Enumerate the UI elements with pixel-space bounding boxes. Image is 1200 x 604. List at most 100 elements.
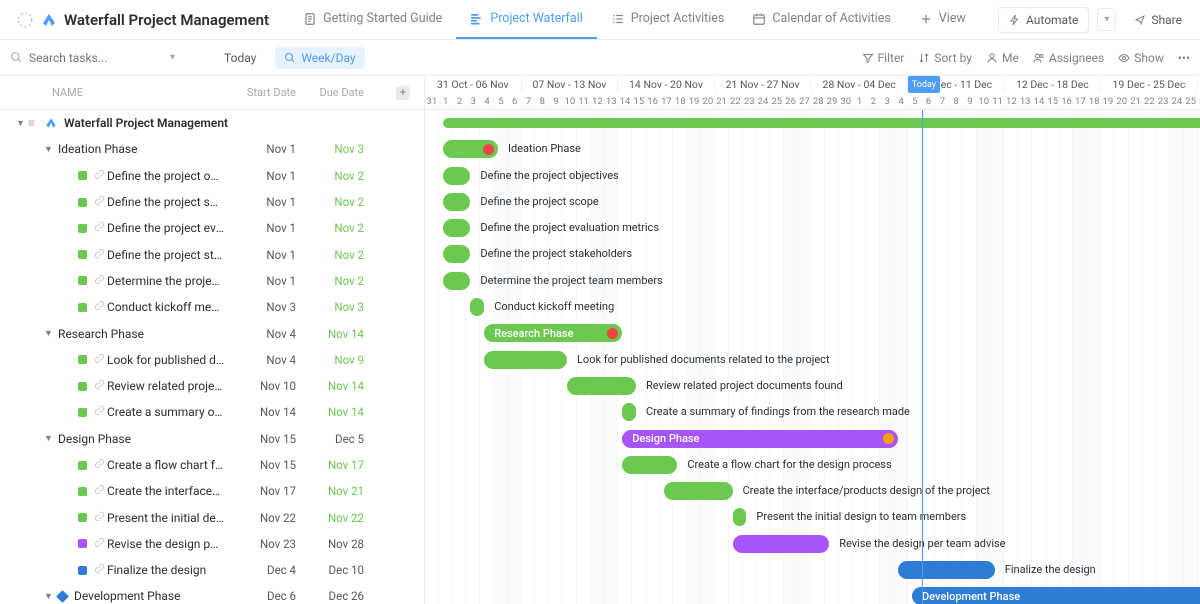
gantt-bar[interactable]: [664, 482, 733, 500]
more-button[interactable]: •••: [1178, 51, 1190, 65]
search-icon: [10, 51, 23, 64]
task-row[interactable]: Review related project docu...Nov 10Nov …: [0, 373, 424, 399]
task-name: Ideation Phase: [58, 142, 258, 156]
gantt-bar[interactable]: [622, 456, 677, 474]
tab-calendar-of-activities[interactable]: Calendar of Activities: [738, 0, 904, 39]
day-header: 17: [660, 93, 674, 110]
automate-button[interactable]: Automate: [998, 7, 1089, 33]
bar-label: Create a summary of findings from the re…: [646, 405, 910, 418]
gantt-bar[interactable]: [443, 140, 498, 158]
task-row[interactable]: Revise the design per team a...Nov 23Nov…: [0, 531, 424, 557]
task-name: Determine the project team ...: [94, 274, 224, 288]
task-row[interactable]: Define the project objectivesNov 1Nov 2: [0, 163, 424, 189]
due-date: Nov 2: [334, 221, 364, 235]
task-name: Development Phase: [74, 589, 274, 603]
gantt-bar[interactable]: [733, 508, 747, 526]
task-row[interactable]: ▼Ideation PhaseNov 1Nov 3: [0, 136, 424, 162]
bar-label: Ideation Phase: [508, 142, 581, 155]
filter-button[interactable]: Filter: [862, 51, 905, 65]
task-row[interactable]: Present the initial design to t...Nov 22…: [0, 504, 424, 530]
search-field[interactable]: [29, 51, 129, 65]
gantt-bar[interactable]: [443, 118, 1200, 128]
gantt-bar[interactable]: [443, 272, 471, 290]
task-row[interactable]: ▼Design PhaseNov 15Dec 5: [0, 426, 424, 452]
gantt-bar[interactable]: Design Phase: [622, 430, 898, 448]
day-header: 30: [839, 93, 853, 110]
link-icon: [94, 511, 105, 522]
day-header: 1: [853, 93, 867, 110]
day-header: 19: [1101, 93, 1115, 110]
link-icon: [94, 537, 105, 548]
me-button[interactable]: Me: [986, 51, 1019, 65]
share-button[interactable]: Share: [1124, 8, 1192, 32]
day-header: 5: [494, 93, 508, 110]
task-row[interactable]: Define the project stakehold...Nov 1Nov …: [0, 241, 424, 267]
col-start: Start Date: [247, 86, 296, 99]
due-date: Nov 2: [334, 248, 364, 262]
bar-label: Define the project evaluation metrics: [480, 221, 659, 234]
task-row[interactable]: Create the interface/product...Nov 17Nov…: [0, 478, 424, 504]
weekday-toggle[interactable]: Week/Day: [275, 47, 364, 69]
gantt-icon: [470, 12, 484, 26]
task-row[interactable]: Create a summary of finding...Nov 14Nov …: [0, 399, 424, 425]
task-row[interactable]: Conduct kickoff meetingNov 3Nov 3: [0, 294, 424, 320]
start-date: Nov 23: [260, 537, 296, 551]
gantt-bar[interactable]: [443, 167, 471, 185]
gantt-bar[interactable]: [733, 535, 830, 553]
gantt-bar[interactable]: [443, 245, 471, 263]
col-due: Due Date: [320, 86, 364, 99]
weekday-label: Week/Day: [301, 51, 355, 65]
gantt-bar[interactable]: [898, 561, 995, 579]
link-icon: [94, 405, 105, 416]
tab-view[interactable]: View: [905, 0, 980, 39]
sortby-button[interactable]: Sort by: [918, 51, 972, 65]
show-button[interactable]: Show: [1118, 51, 1164, 65]
day-header: 15: [632, 93, 646, 110]
task-row[interactable]: Create a flow chart for the d...Nov 15No…: [0, 452, 424, 478]
tab-project-activities[interactable]: Project Activities: [597, 0, 739, 39]
task-row[interactable]: ▼Research PhaseNov 4Nov 14: [0, 320, 424, 346]
task-row[interactable]: ▼Development PhaseDec 6Dec 26: [0, 583, 424, 604]
week-header: 21 Nov - 27 Nov: [715, 76, 812, 93]
gantt-bar[interactable]: [470, 298, 484, 316]
start-date: Nov 3: [266, 300, 296, 314]
search-chevron[interactable]: ▾: [170, 52, 175, 63]
due-date: Nov 3: [334, 142, 364, 156]
task-row[interactable]: Define the project scopeNov 1Nov 2: [0, 189, 424, 215]
gantt-bar[interactable]: Development Phase: [912, 587, 1200, 604]
task-row[interactable]: ▼≡Waterfall Project Management: [0, 110, 424, 136]
today-button[interactable]: Today: [215, 47, 265, 69]
bar-label: Create a flow chart for the design proce…: [687, 458, 891, 471]
gantt-bar[interactable]: [443, 219, 471, 237]
share-label: Share: [1151, 13, 1182, 27]
gantt-bar[interactable]: [443, 193, 471, 211]
task-row[interactable]: Look for published documen...Nov 4Nov 9: [0, 347, 424, 373]
bar-label: Finalize the design: [1005, 563, 1096, 576]
due-date: Dec 26: [329, 589, 364, 603]
day-header: 21: [715, 93, 729, 110]
assignees-button[interactable]: Assignees: [1033, 51, 1104, 65]
task-row[interactable]: Determine the project team ...Nov 1Nov 2: [0, 268, 424, 294]
tab-project-waterfall[interactable]: Project Waterfall: [456, 0, 596, 39]
add-column[interactable]: +: [396, 86, 410, 100]
share-icon: [1134, 14, 1146, 26]
day-header: 23: [742, 93, 756, 110]
gantt-bar[interactable]: [567, 377, 636, 395]
day-header: 16: [646, 93, 660, 110]
day-header: 25: [1184, 93, 1198, 110]
task-row[interactable]: Finalize the designDec 4Dec 10: [0, 557, 424, 583]
task-row[interactable]: Define the project evaluation...Nov 1Nov…: [0, 215, 424, 241]
gantt-bar[interactable]: [484, 351, 567, 369]
gantt-bar[interactable]: [622, 403, 636, 421]
day-header: 14: [1032, 93, 1046, 110]
search-input[interactable]: [10, 51, 160, 65]
gantt-bar[interactable]: Research Phase: [484, 324, 622, 342]
tab-getting-started-guide[interactable]: Getting Started Guide: [289, 0, 456, 39]
task-name: Design Phase: [58, 432, 258, 446]
start-date: Dec 6: [267, 589, 296, 603]
user-icon: [986, 52, 998, 64]
automate-label: Automate: [1026, 13, 1078, 27]
day-header: 22: [729, 93, 743, 110]
start-date: Nov 1: [266, 169, 296, 183]
automate-chevron[interactable]: ▾: [1097, 8, 1116, 31]
